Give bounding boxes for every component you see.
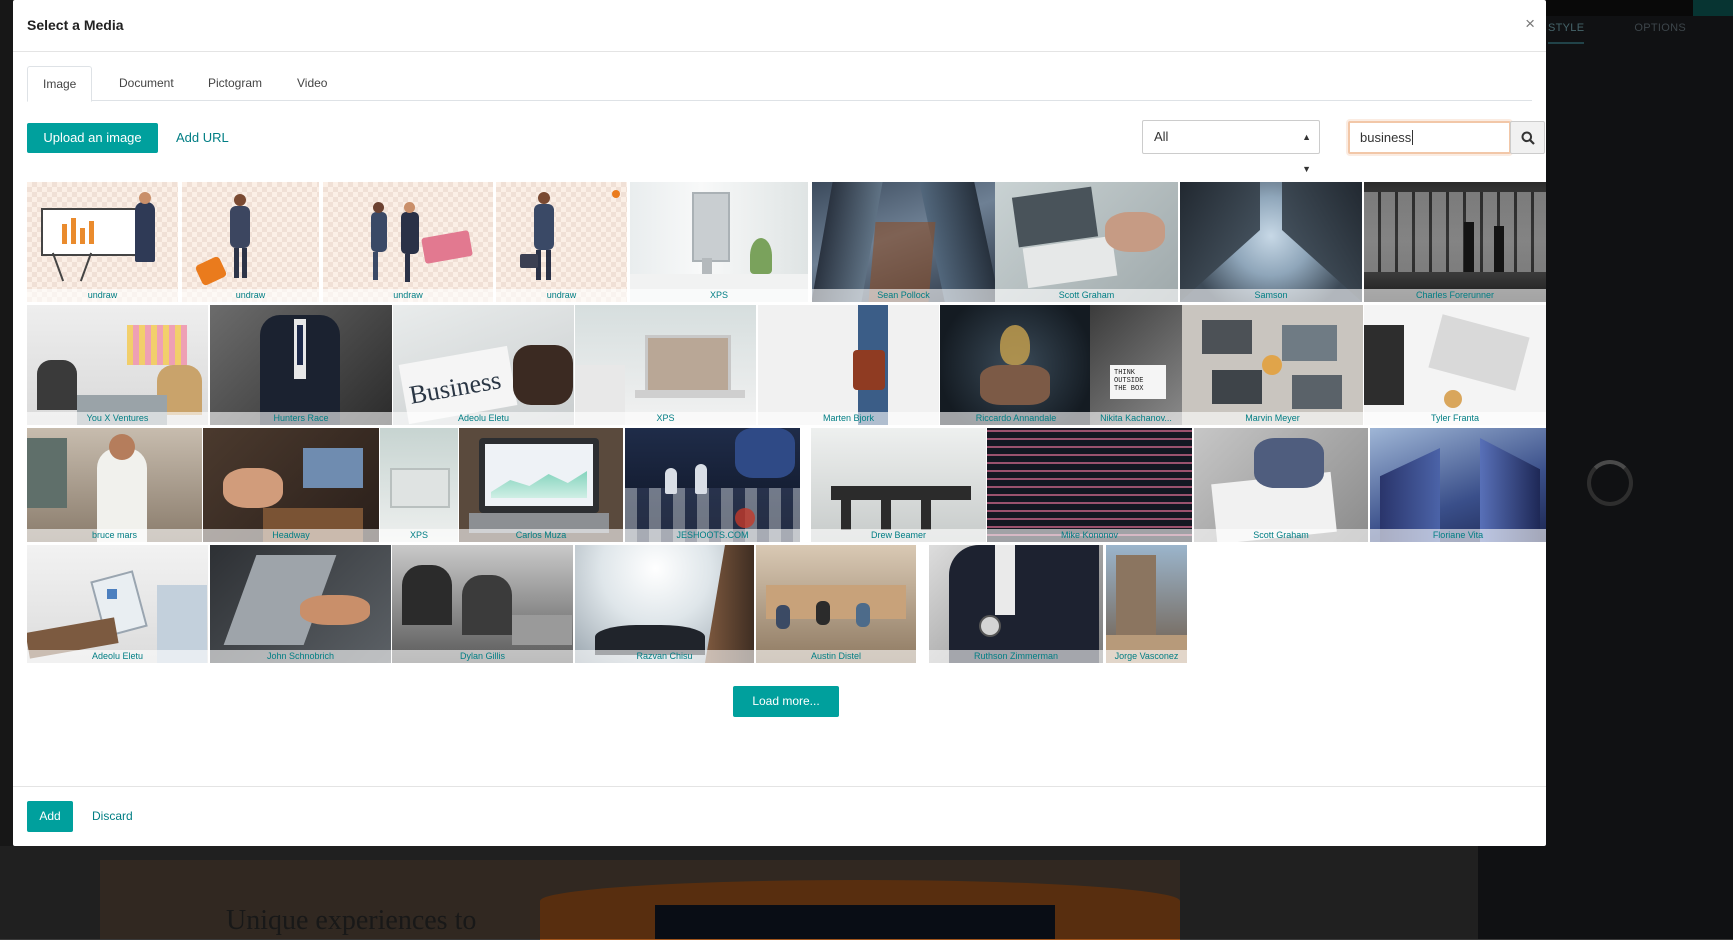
close-icon[interactable]: × bbox=[1525, 14, 1535, 34]
media-caption: John Schnobrich bbox=[210, 650, 391, 663]
media-caption: Headway bbox=[203, 529, 379, 542]
media-item[interactable]: Scott Graham bbox=[995, 182, 1178, 302]
media-item[interactable]: Drew Beamer bbox=[811, 428, 986, 542]
sort-arrows-icon: ▲ ▼ bbox=[1302, 132, 1311, 174]
select-media-dialog: Select a Media × Image Document Pictogra… bbox=[13, 0, 1546, 846]
media-item[interactable]: XPS bbox=[630, 182, 808, 302]
media-caption: Marten Bjork bbox=[758, 412, 939, 425]
media-item[interactable]: undraw bbox=[496, 182, 627, 302]
media-item[interactable]: Marvin Meyer bbox=[1182, 305, 1363, 425]
media-caption: Dylan Gillis bbox=[392, 650, 573, 663]
tab-document[interactable]: Document bbox=[104, 66, 189, 100]
media-caption: Razvan Chisu bbox=[575, 650, 754, 663]
upload-image-button[interactable]: Upload an image bbox=[27, 123, 158, 153]
search-value: business bbox=[1360, 130, 1412, 145]
media-item[interactable]: undraw bbox=[182, 182, 319, 302]
media-caption: Scott Graham bbox=[995, 289, 1178, 302]
media-caption: undraw bbox=[27, 289, 178, 302]
media-caption: XPS bbox=[630, 289, 808, 302]
add-button[interactable]: Add bbox=[27, 801, 73, 832]
media-item[interactable]: Austin Distel bbox=[756, 545, 916, 663]
media-caption: Sean Pollock bbox=[812, 289, 995, 302]
filter-value: All bbox=[1154, 129, 1169, 144]
tab-pictogram[interactable]: Pictogram bbox=[193, 66, 277, 100]
media-item[interactable]: Adeolu Eletu bbox=[27, 545, 208, 663]
media-caption: XPS bbox=[575, 412, 756, 425]
media-caption: Drew Beamer bbox=[811, 529, 986, 542]
media-item[interactable]: XPS bbox=[575, 305, 756, 425]
media-item[interactable]: undraw bbox=[27, 182, 178, 302]
media-caption: Samson bbox=[1180, 289, 1362, 302]
media-caption: Austin Distel bbox=[756, 650, 916, 663]
media-item[interactable]: Marten Bjork bbox=[758, 305, 939, 425]
media-caption: Nikita Kachanov... bbox=[1090, 412, 1182, 425]
media-caption: Floriane Vita bbox=[1370, 529, 1546, 542]
media-item[interactable]: Jorge Vasconez bbox=[1106, 545, 1187, 663]
media-caption: Marvin Meyer bbox=[1182, 412, 1363, 425]
search-icon bbox=[1521, 131, 1535, 145]
media-item[interactable]: John Schnobrich bbox=[210, 545, 391, 663]
media-caption: JESHOOTS.COM bbox=[625, 529, 800, 542]
media-item[interactable]: undraw bbox=[323, 182, 493, 302]
media-caption: You X Ventures bbox=[27, 412, 208, 425]
media-item[interactable]: Business Adeolu Eletu bbox=[393, 305, 574, 425]
media-caption: Mike Kononov bbox=[987, 529, 1192, 542]
media-item[interactable]: You X Ventures bbox=[27, 305, 208, 425]
media-caption: undraw bbox=[496, 289, 627, 302]
media-item[interactable]: Sean Pollock bbox=[812, 182, 995, 302]
media-caption: Charles Forerunner bbox=[1364, 289, 1546, 302]
media-item[interactable]: Razvan Chisu bbox=[575, 545, 754, 663]
media-item[interactable]: Samson bbox=[1180, 182, 1362, 302]
media-item[interactable]: JESHOOTS.COM bbox=[625, 428, 800, 542]
media-caption: bruce mars bbox=[27, 529, 202, 542]
media-filter-select[interactable]: All ▲ ▼ bbox=[1142, 120, 1320, 174]
media-item[interactable]: Tyler Franta bbox=[1364, 305, 1546, 425]
media-item[interactable]: XPS bbox=[380, 428, 458, 542]
media-item[interactable]: Hunters Race bbox=[210, 305, 392, 425]
add-url-link[interactable]: Add URL bbox=[163, 123, 242, 153]
search-input[interactable]: business bbox=[1348, 121, 1511, 154]
media-caption: undraw bbox=[323, 289, 493, 302]
media-caption: Scott Graham bbox=[1194, 529, 1368, 542]
discard-button[interactable]: Discard bbox=[79, 801, 146, 832]
media-item[interactable]: Floriane Vita bbox=[1370, 428, 1546, 542]
media-item[interactable]: Ruthson Zimmerman bbox=[929, 545, 1103, 663]
media-caption: Adeolu Eletu bbox=[27, 650, 208, 663]
dialog-title: Select a Media bbox=[27, 17, 124, 33]
media-item[interactable]: Charles Forerunner bbox=[1364, 182, 1546, 302]
dialog-footer: Add Discard bbox=[13, 786, 1546, 847]
media-caption: Tyler Franta bbox=[1364, 412, 1546, 425]
media-caption: undraw bbox=[182, 289, 319, 302]
dialog-header: Select a Media × bbox=[13, 0, 1546, 52]
media-item[interactable]: Carlos Muza bbox=[459, 428, 623, 542]
media-item[interactable]: Mike Kononov bbox=[987, 428, 1192, 542]
media-item[interactable]: Riccardo Annandale bbox=[940, 305, 1092, 425]
media-item[interactable]: Dylan Gillis bbox=[392, 545, 573, 663]
media-caption: Riccardo Annandale bbox=[940, 412, 1092, 425]
media-caption: Hunters Race bbox=[210, 412, 392, 425]
tab-image[interactable]: Image bbox=[27, 66, 93, 102]
media-item[interactable]: Headway bbox=[203, 428, 379, 542]
media-caption: Jorge Vasconez bbox=[1106, 650, 1187, 663]
media-caption: Carlos Muza bbox=[459, 529, 623, 542]
media-caption: XPS bbox=[380, 529, 458, 542]
search-button[interactable] bbox=[1510, 121, 1545, 154]
media-item[interactable]: Scott Graham bbox=[1194, 428, 1368, 542]
tab-video[interactable]: Video bbox=[282, 66, 342, 100]
media-caption: Adeolu Eletu bbox=[393, 412, 574, 425]
media-tabs: Image Document Pictogram Video bbox=[27, 66, 1532, 102]
load-more-button[interactable]: Load more... bbox=[733, 686, 839, 717]
media-item[interactable]: bruce mars bbox=[27, 428, 202, 542]
media-caption: Ruthson Zimmerman bbox=[929, 650, 1103, 663]
media-item[interactable]: THINK OUTSIDE THE BOX Nikita Kachanov... bbox=[1090, 305, 1182, 425]
